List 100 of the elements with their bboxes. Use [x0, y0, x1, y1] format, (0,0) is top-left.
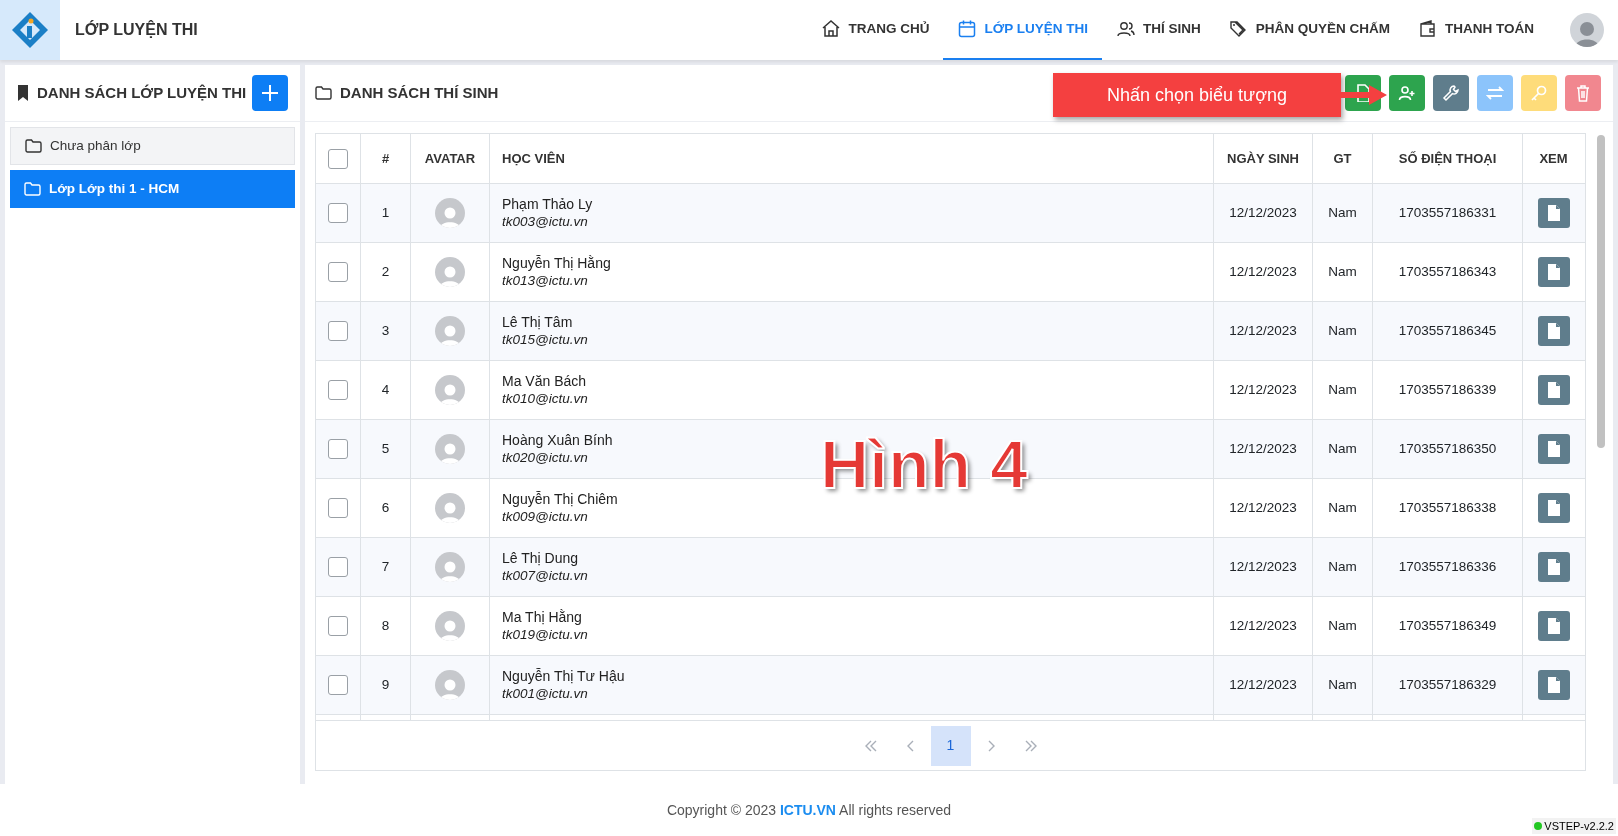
table-cell-text: 12/12/2023	[1229, 203, 1297, 222]
avatar-placeholder	[435, 316, 465, 346]
folder-icon	[25, 139, 42, 153]
view-button[interactable]	[1537, 493, 1570, 523]
student-name: Nguyễn Thị Hằng	[502, 255, 611, 272]
table-cell-text: 1703557186343	[1398, 262, 1497, 281]
table-cell-text: 8	[381, 616, 390, 635]
column-header: HỌC VIÊN	[490, 134, 1214, 183]
scrollbar-thumb[interactable]	[1597, 135, 1605, 448]
student-name: Ma Văn Bách	[502, 373, 587, 390]
folder-icon	[315, 86, 332, 100]
row-checkbox[interactable]	[328, 498, 348, 518]
student-name: Nguyễn Thị Chiêm	[502, 491, 618, 508]
table-cell-text: Nam	[1328, 262, 1357, 281]
student-name: Lê Thị Tâm	[502, 314, 573, 331]
table-cell-text: 12/12/2023	[1229, 675, 1297, 694]
home-icon	[821, 19, 842, 39]
row-checkbox[interactable]	[328, 439, 348, 459]
view-button[interactable]	[1537, 198, 1570, 228]
avatar-placeholder	[435, 434, 465, 464]
trash-icon	[1574, 84, 1592, 102]
toolbar-button[interactable]	[1477, 75, 1513, 111]
nav-tab[interactable]: THANH TOÁN	[1404, 0, 1548, 60]
row-checkbox[interactable]	[328, 380, 348, 400]
plus-icon	[260, 83, 280, 103]
folder-icon	[24, 182, 41, 196]
logo-icon	[10, 10, 50, 50]
table-cell-text: 2	[381, 262, 390, 281]
view-button[interactable]	[1537, 257, 1570, 287]
avatar-placeholder	[435, 493, 465, 523]
page-button[interactable]: 1	[930, 725, 971, 766]
student-name: Lê Thị Dung	[502, 550, 578, 567]
student-email: tk001@ictu.vn	[502, 685, 588, 702]
nav-tab[interactable]: LỚP LUYỆN THI	[943, 0, 1102, 60]
document-icon	[1546, 618, 1561, 634]
table-cell-text: 12/12/2023	[1229, 616, 1297, 635]
table-cell-text: 12/12/2023	[1229, 439, 1297, 458]
panel-title: DANH SÁCH THÍ SINH	[340, 82, 499, 103]
bookmark-icon	[17, 85, 29, 101]
table-cell-text: 3	[381, 321, 390, 340]
student-name: Hoàng Xuân Bính	[502, 432, 613, 449]
view-button[interactable]	[1537, 611, 1570, 641]
table-cell-text: 4	[381, 380, 390, 399]
student-email: tk019@ictu.vn	[502, 626, 588, 643]
table-cell-text: Nam	[1328, 203, 1357, 222]
table-cell-text: Nam	[1328, 439, 1357, 458]
row-checkbox[interactable]	[328, 616, 348, 636]
sidebar-title: DANH SÁCH LỚP LUYỆN THI	[37, 82, 247, 103]
row-checkbox[interactable]	[328, 203, 348, 223]
select-all-checkbox[interactable]	[328, 148, 348, 169]
add-class-button[interactable]	[252, 75, 288, 111]
student-email: tk010@ictu.vn	[502, 390, 588, 407]
column-header: XEM	[1538, 149, 1569, 168]
user-avatar[interactable]	[1570, 13, 1604, 47]
student-name: Ma Thị Hằng	[502, 609, 582, 626]
figure-label: Hình 4	[820, 430, 1028, 498]
row-checkbox[interactable]	[328, 557, 348, 577]
view-button[interactable]	[1537, 670, 1570, 700]
document-icon	[1546, 205, 1561, 221]
table-cell-text: Nam	[1328, 675, 1357, 694]
row-checkbox[interactable]	[328, 675, 348, 695]
avatar-placeholder	[435, 257, 465, 287]
class-list-item[interactable]: Chưa phân lớp	[10, 127, 295, 165]
table-cell-text: 12/12/2023	[1229, 498, 1297, 517]
column-header: SỐ ĐIỆN THOẠI	[1373, 134, 1523, 183]
column-header: AVATAR	[411, 134, 490, 183]
table-cell-text: 1703557186331	[1398, 203, 1497, 222]
app-title: LỚP LUYỆN THI	[75, 19, 198, 40]
table-cell-text: 1703557186350	[1398, 439, 1497, 458]
table-cell-text: 12/12/2023	[1229, 321, 1297, 340]
view-button[interactable]	[1537, 434, 1570, 464]
version-badge: VSTEP-v2.2.2	[1532, 817, 1616, 834]
table-cell-text: 9	[381, 675, 390, 694]
document-icon	[1546, 264, 1561, 280]
table-cell-text: 1703557186329	[1398, 675, 1497, 694]
table-cell-text: 12/12/2023	[1229, 262, 1297, 281]
row-checkbox[interactable]	[328, 262, 348, 282]
table-cell-text: 1703557186338	[1398, 498, 1497, 517]
view-button[interactable]	[1537, 316, 1570, 346]
toolbar-button[interactable]	[1565, 75, 1601, 111]
toolbar-button[interactable]	[1433, 75, 1469, 111]
student-email: tk007@ictu.vn	[502, 567, 588, 584]
student-email: tk009@ictu.vn	[502, 508, 588, 525]
toolbar-button[interactable]	[1389, 75, 1425, 111]
table-cell-text: 1703557186349	[1398, 616, 1497, 635]
class-list-item[interactable]: Lớp Lớp thi 1 - HCM	[10, 170, 295, 208]
row-checkbox[interactable]	[328, 321, 348, 341]
student-email: tk003@ictu.vn	[502, 213, 588, 230]
table-cell-text: Nam	[1328, 321, 1357, 340]
table-cell-text: Nam	[1328, 616, 1357, 635]
table-cell-text: Nam	[1328, 498, 1357, 517]
nav-tab[interactable]: TRANG CHỦ	[807, 0, 944, 60]
view-button[interactable]	[1537, 375, 1570, 405]
nav-tab[interactable]: THÍ SINH	[1101, 0, 1215, 60]
document-icon	[1546, 559, 1561, 575]
avatar-placeholder	[435, 552, 465, 582]
table-cell-text: 6	[381, 498, 390, 517]
nav-tab[interactable]: PHÂN QUYỀN CHẤM	[1214, 0, 1404, 60]
table-cell-text: Nam	[1328, 557, 1357, 576]
view-button[interactable]	[1537, 552, 1570, 582]
